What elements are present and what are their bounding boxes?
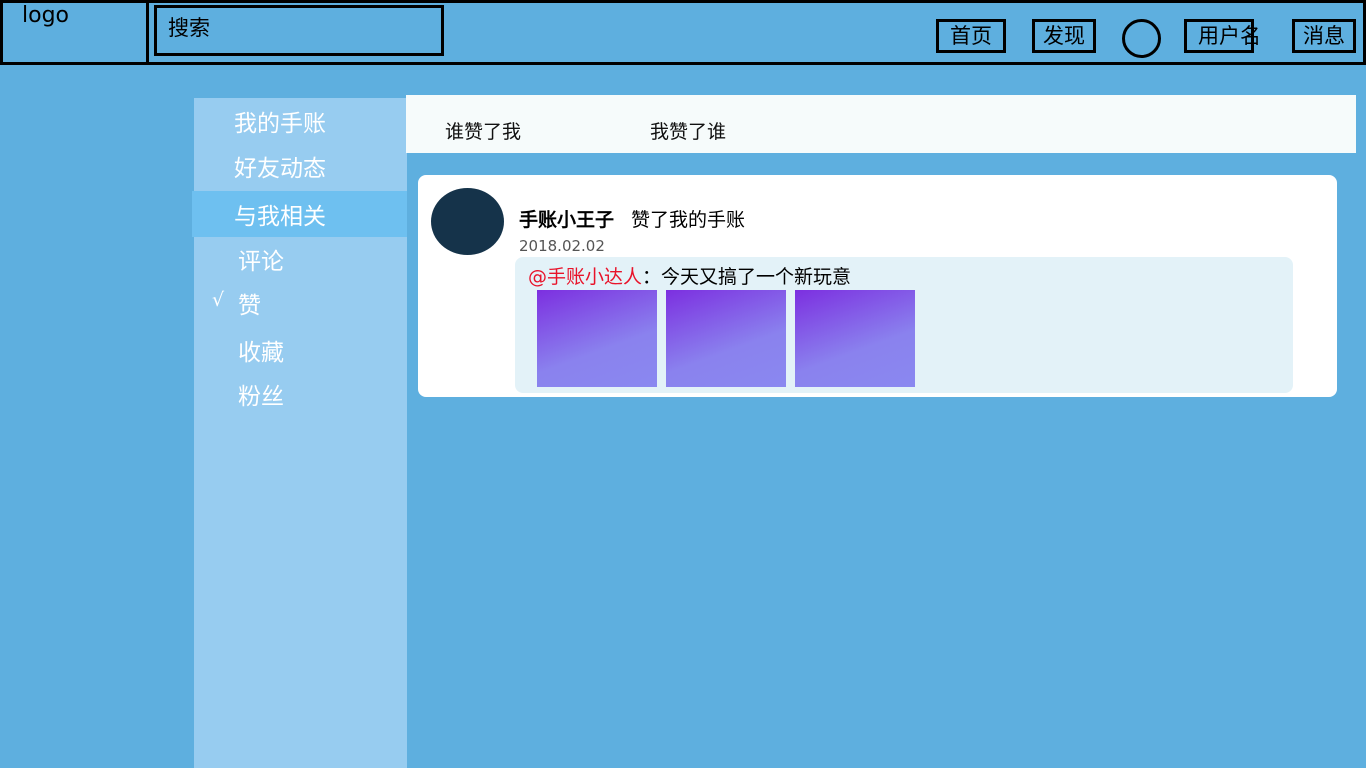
post-image-thumbnail[interactable] bbox=[537, 290, 657, 387]
sidebar-item-favorites[interactable]: 收藏 bbox=[194, 327, 407, 373]
tab-who-liked-me[interactable]: 谁赞了我 bbox=[445, 117, 521, 144]
sidebar-item-label: 收藏 bbox=[238, 340, 284, 366]
search-placeholder: 搜索 bbox=[168, 16, 210, 40]
user-avatar[interactable] bbox=[1122, 19, 1161, 58]
tab-who-i-liked[interactable]: 我赞了谁 bbox=[650, 117, 726, 144]
timestamp: 2018.02.02 bbox=[519, 237, 605, 255]
sidebar-item-likes[interactable]: √ 赞 bbox=[194, 280, 407, 326]
quoted-post-text: @手账小达人：今天又搞了一个新玩意 bbox=[528, 262, 851, 289]
sidebar-item-comments[interactable]: 评论 bbox=[194, 236, 407, 282]
sidebar-item-label: 粉丝 bbox=[238, 384, 284, 410]
like-notification-card: 手账小王子 赞了我的手账 2018.02.02 @手账小达人：今天又搞了一个新玩… bbox=[418, 175, 1337, 397]
nav-home-button[interactable]: 首页 bbox=[936, 19, 1006, 53]
tab-bar: 谁赞了我 我赞了谁 bbox=[406, 95, 1356, 153]
check-icon: √ bbox=[212, 289, 225, 311]
top-header: logo 搜索 首页 发现 用户名 消息 bbox=[0, 0, 1366, 65]
sidebar-item-friend-feed[interactable]: 好友动态 bbox=[194, 143, 407, 189]
post-image-thumbnail[interactable] bbox=[795, 290, 915, 387]
mention-separator: ： bbox=[642, 266, 662, 288]
quoted-post[interactable]: @手账小达人：今天又搞了一个新玩意 bbox=[515, 257, 1293, 393]
sidebar-item-label: 评论 bbox=[238, 249, 284, 275]
sidebar-item-fans[interactable]: 粉丝 bbox=[194, 371, 407, 417]
nav-messages-button[interactable]: 消息 bbox=[1292, 19, 1356, 53]
sidebar-item-label: 赞 bbox=[238, 293, 261, 319]
post-content: 今天又搞了一个新玩意 bbox=[661, 266, 852, 288]
search-input[interactable]: 搜索 bbox=[154, 5, 444, 56]
mention-link[interactable]: @手账小达人 bbox=[528, 266, 642, 288]
liker-username[interactable]: 手账小王子 bbox=[519, 205, 614, 232]
nav-discover-button[interactable]: 发现 bbox=[1032, 19, 1096, 53]
logo-area[interactable]: logo bbox=[3, 3, 149, 62]
sidebar-item-my-journal[interactable]: 我的手账 bbox=[194, 98, 407, 144]
sidebar-item-label: 我的手账 bbox=[234, 111, 326, 137]
post-image-thumbnail[interactable] bbox=[666, 290, 786, 387]
sidebar: 我的手账 好友动态 与我相关 评论 √ 赞 收藏 粉丝 bbox=[192, 98, 407, 768]
sidebar-item-label: 与我相关 bbox=[234, 204, 326, 230]
sidebar-item-label: 好友动态 bbox=[234, 156, 326, 182]
like-action-text: 赞了我的手账 bbox=[631, 209, 746, 231]
sidebar-item-related-to-me[interactable]: 与我相关 bbox=[192, 191, 407, 237]
logo[interactable]: logo bbox=[22, 3, 69, 28]
avatar[interactable] bbox=[431, 188, 504, 255]
nav-username-button[interactable]: 用户名 bbox=[1184, 19, 1261, 53]
